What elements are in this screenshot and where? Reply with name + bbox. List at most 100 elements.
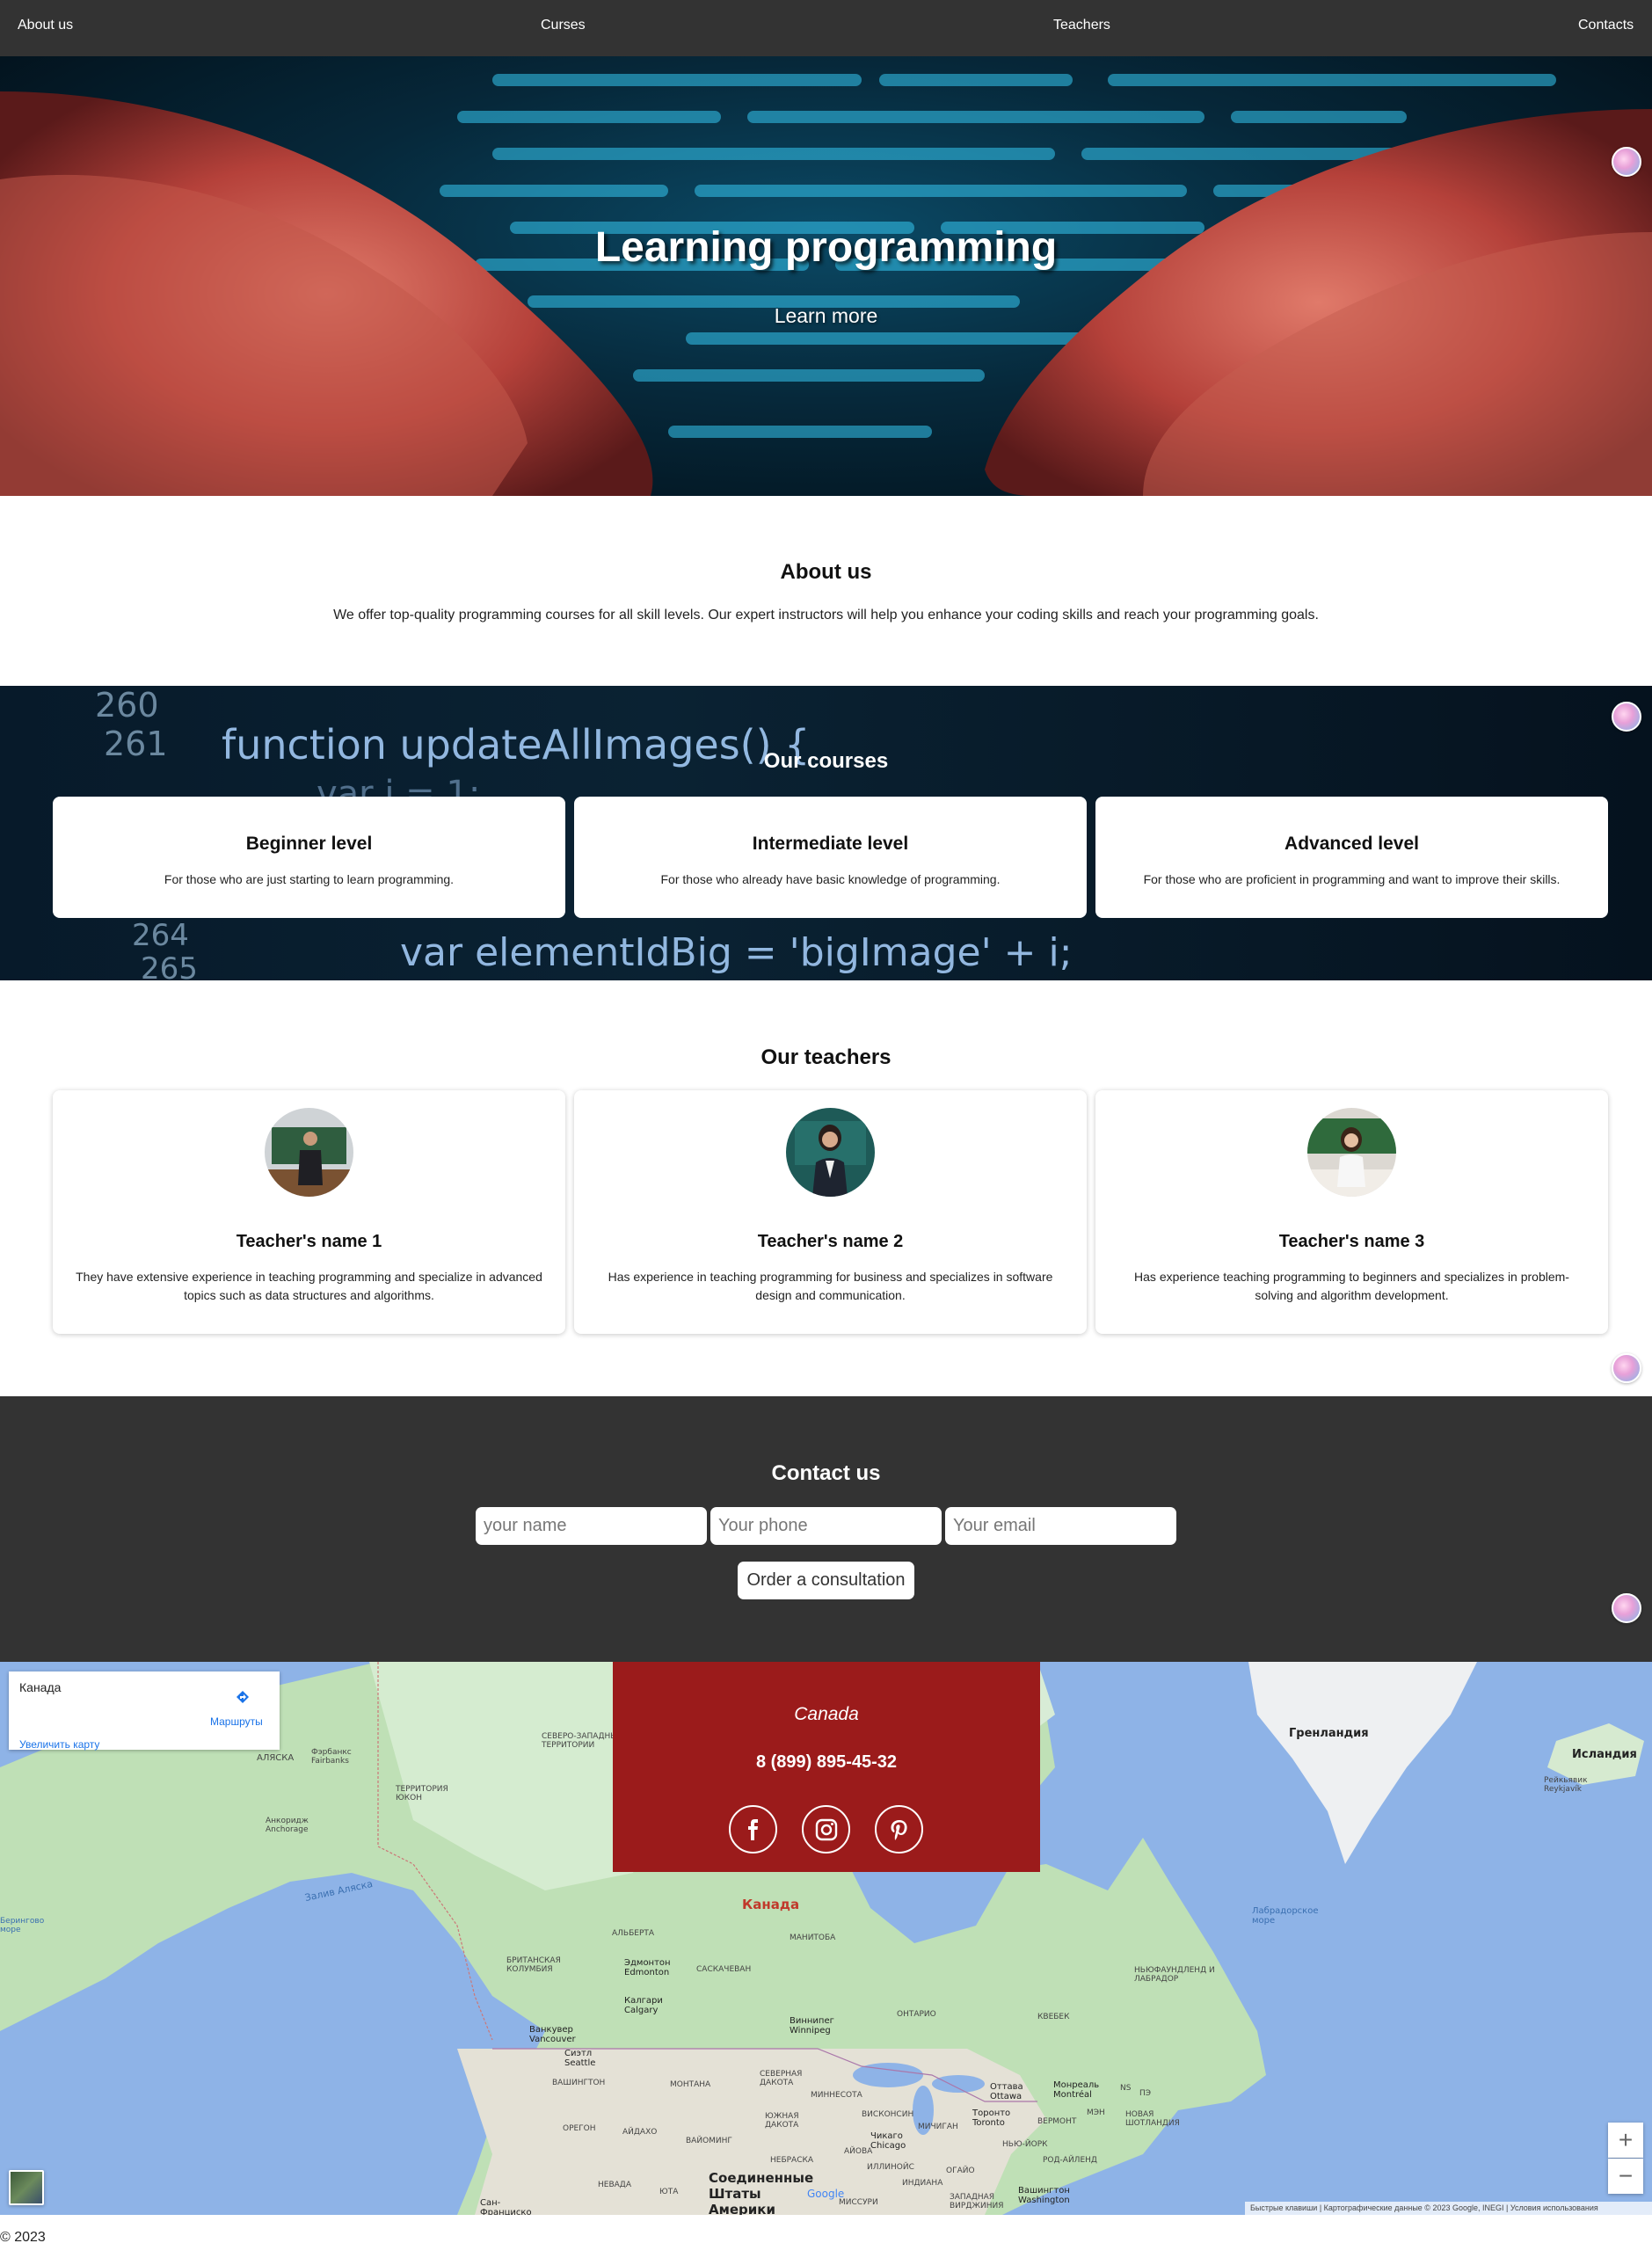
- email-input[interactable]: [945, 1507, 1176, 1545]
- code-line-number: 264: [132, 918, 189, 953]
- contact-phone: 8 (899) 895-45-32: [755, 1752, 898, 1772]
- map-label: Вашингтон Washington: [1018, 2186, 1070, 2205]
- course-card-intermediate[interactable]: Intermediate level For those who already…: [574, 797, 1087, 918]
- teachers-title: Our teachers: [761, 1045, 891, 1069]
- map-label: Лабрадорское море: [1252, 1906, 1319, 1926]
- teacher-avatar: [265, 1108, 353, 1197]
- pinterest-icon: [891, 1820, 907, 1840]
- map-label: НЕБРАСКА: [770, 2156, 814, 2165]
- teacher-description: They have extensive experience in teachi…: [76, 1270, 542, 1302]
- map-label: Соединенные Штаты Америки: [709, 2170, 814, 2215]
- courses-section: 260 261 function updateAllImages() { var…: [0, 686, 1652, 980]
- map-label: ОГАЙО: [946, 2167, 975, 2175]
- map-label: АЙДАХО: [622, 2128, 658, 2137]
- map-label: ЮЖНАЯ ДАКОТА: [765, 2112, 799, 2130]
- teacher-description: Has experience in teaching programming f…: [608, 1270, 1053, 1302]
- name-input[interactable]: [476, 1507, 707, 1545]
- map-label: Ванкувер Vancouver: [529, 2025, 576, 2044]
- map-label: Оттава Ottawa: [990, 2082, 1023, 2101]
- map-label: НЬЮФАУНДЛЕНД И ЛАБРАДОР: [1134, 1966, 1215, 1984]
- teacher-avatar: [1307, 1108, 1396, 1197]
- map-label: КВЕБЕК: [1037, 2013, 1070, 2021]
- course-description: For those who are proficient in programm…: [1143, 872, 1561, 886]
- extension-unicorn-icon[interactable]: [1612, 1353, 1641, 1383]
- course-title: Intermediate level: [752, 834, 909, 854]
- map-label: Фэрбанкс Fairbanks: [311, 1748, 352, 1766]
- phone-input[interactable]: [710, 1507, 942, 1545]
- map-label: МИННЕСОТА: [811, 2091, 862, 2100]
- map-label: СЕВЕРНАЯ ДАКОТА: [760, 2070, 803, 2087]
- map-label: ИНДИАНА: [902, 2179, 943, 2188]
- pinterest-link[interactable]: [875, 1805, 923, 1854]
- map-label: ЮТА: [659, 2188, 679, 2196]
- map-attribution[interactable]: Быстрые клавиши | Картографические данны…: [1245, 2202, 1652, 2215]
- map-label: МЭН: [1087, 2108, 1105, 2117]
- map-label: ТЕРРИТОРИЯ ЮКОН: [396, 1785, 448, 1803]
- teacher-card-1: Teacher's name 1 They have extensive exp…: [53, 1090, 565, 1334]
- facebook-link[interactable]: [729, 1805, 777, 1854]
- map-label: ОРЕГОН: [563, 2124, 596, 2133]
- instagram-icon: [815, 1818, 838, 1841]
- nav-link-curses[interactable]: Curses: [541, 18, 586, 33]
- view-larger-map-link[interactable]: Увеличить карту: [19, 1738, 99, 1751]
- order-consultation-button[interactable]: Order a consultation: [738, 1562, 914, 1599]
- map-label: Чикаго Chicago: [870, 2131, 906, 2151]
- map-label: АЛЬБЕРТА: [612, 1929, 655, 1938]
- learn-more-button[interactable]: Learn more: [0, 304, 1652, 328]
- zoom-out-button[interactable]: −: [1608, 2159, 1643, 2194]
- map-label: МОНТАНА: [670, 2080, 711, 2089]
- code-line-text: var elementIdBig = 'bigImage' + i;: [400, 930, 1073, 975]
- map-label: САСКАЧЕВАН: [696, 1965, 752, 1974]
- code-line-number: 265: [141, 951, 198, 980]
- zoom-in-button[interactable]: +: [1608, 2123, 1643, 2158]
- map-label: ВАЙОМИНГ: [686, 2137, 732, 2145]
- nav-link-contacts[interactable]: Contacts: [1578, 18, 1634, 33]
- map-label: NS: [1120, 2084, 1132, 2093]
- instagram-link[interactable]: [802, 1805, 850, 1854]
- extension-unicorn-icon[interactable]: [1612, 147, 1641, 177]
- map-label: Берингово море: [0, 1917, 45, 1934]
- extension-unicorn-icon[interactable]: [1612, 1593, 1641, 1623]
- map-layer-toggle[interactable]: [9, 2170, 44, 2205]
- hero-background-image: [0, 74, 1652, 496]
- map-label: Анкоридж Anchorage: [266, 1817, 309, 1834]
- map-label: Торонто Toronto: [972, 2108, 1011, 2128]
- map-label: НЬЮ-ЙОРК: [1002, 2140, 1048, 2149]
- about-text: We offer top-quality programming courses…: [333, 608, 1319, 623]
- directions-link[interactable]: Маршруты: [210, 1715, 263, 1728]
- nav-link-about[interactable]: About us: [18, 18, 73, 33]
- top-navigation: About us Curses Teachers Contacts: [0, 0, 1652, 56]
- hero-title: Learning programming: [594, 224, 1058, 271]
- facebook-icon: [748, 1819, 758, 1840]
- map-label: ОНТАРИО: [897, 2010, 936, 2019]
- contact-country: Canada: [794, 1704, 859, 1724]
- map-label: АЙОВА: [844, 2147, 873, 2156]
- course-description: For those who already have basic knowled…: [660, 872, 1001, 886]
- extension-unicorn-icon[interactable]: [1612, 702, 1641, 732]
- course-card-advanced[interactable]: Advanced level For those who are profici…: [1095, 797, 1608, 918]
- course-title: Advanced level: [1284, 834, 1419, 854]
- map-label: НОВАЯ ШОТЛАНДИЯ: [1125, 2110, 1180, 2128]
- map-label: Монреаль Montréal: [1053, 2080, 1100, 2100]
- map-country-label: Канада: [742, 1897, 800, 1912]
- course-description: For those who are just starting to learn…: [164, 872, 455, 886]
- nav-link-teachers[interactable]: Teachers: [1053, 18, 1110, 33]
- map-label: ИЛЛИНОЙС: [867, 2163, 914, 2172]
- map-label: Сиэтл Seattle: [564, 2049, 596, 2068]
- map-label: ВЕРМОНТ: [1037, 2117, 1077, 2126]
- copyright-text: © 2023: [0, 2230, 46, 2245]
- course-card-beginner[interactable]: Beginner level For those who are just st…: [53, 797, 565, 918]
- map-label: ВИСКОНСИН: [862, 2110, 914, 2119]
- map-label: Виннипег Winnipeg: [790, 2016, 834, 2036]
- directions-icon[interactable]: [234, 1689, 251, 1707]
- map-label: Калгари Calgary: [624, 1996, 663, 2015]
- teacher-description: Has experience teaching programming to b…: [1134, 1270, 1569, 1302]
- map-label: АЛЯСКА: [257, 1753, 295, 1763]
- map-label: МАНИТОБА: [790, 1934, 836, 1942]
- map-label: ВАШИНГТОН: [552, 2079, 606, 2087]
- map-label: МИССУРИ: [839, 2198, 878, 2207]
- contact-section: Contact us Order a consultation: [0, 1396, 1652, 1662]
- teacher-card-3: Teacher's name 3 Has experience teaching…: [1095, 1090, 1608, 1334]
- course-title: Beginner level: [245, 834, 373, 854]
- teacher-name: Teacher's name 3: [1278, 1232, 1425, 1251]
